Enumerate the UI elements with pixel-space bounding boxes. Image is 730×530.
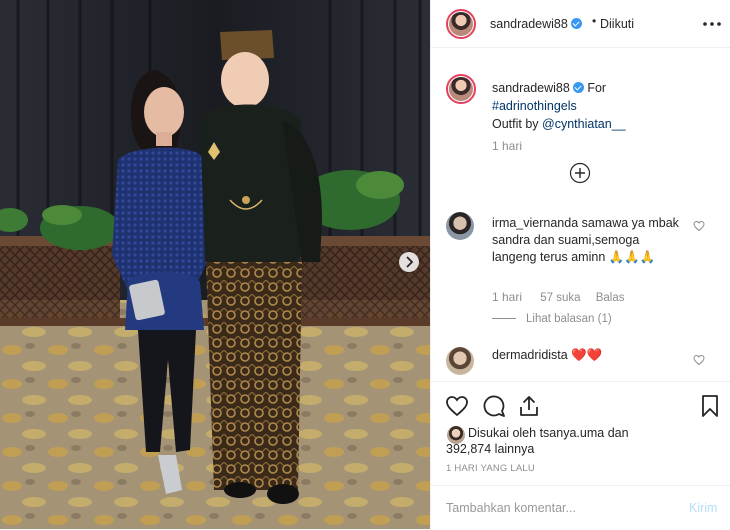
comment-username[interactable]: dermadridista xyxy=(492,348,568,362)
likes-suffix[interactable]: lainnya xyxy=(495,442,535,456)
author-avatar[interactable] xyxy=(446,9,476,39)
comment-time[interactable]: 1 hari xyxy=(492,290,522,304)
post-caption: sandradewi88 For #adrinothingels Outfit … xyxy=(492,79,712,133)
likes-user[interactable]: tsanya.uma xyxy=(540,426,605,440)
caption-lead-text: For xyxy=(587,81,607,95)
follow-status-button[interactable]: Diikuti xyxy=(600,17,634,31)
bookmark-icon[interactable] xyxy=(698,394,722,418)
instagram-post: sandradewi88 • Diikuti sandradewi88 For … xyxy=(0,0,730,529)
caption-username[interactable]: sandradewi88 xyxy=(492,81,584,95)
caption-outfit-text: Outfit by xyxy=(492,117,539,131)
chevron-right-icon xyxy=(406,256,414,268)
caption-username-text[interactable]: sandradewi88 xyxy=(492,81,570,95)
heart-icon[interactable] xyxy=(693,220,705,232)
post-side-panel: sandradewi88 • Diikuti sandradewi88 For … xyxy=(430,0,730,529)
caption-time[interactable]: 1 hari xyxy=(492,139,522,153)
comment-icon[interactable] xyxy=(482,394,506,418)
comment-meta: 1 hari 57 suka Balas xyxy=(492,290,637,304)
reply-button[interactable]: Balas xyxy=(596,292,625,304)
post-photo[interactable] xyxy=(0,0,430,529)
comment-username[interactable]: irma_viernanda xyxy=(492,216,578,230)
commenter-avatar[interactable] xyxy=(446,212,474,240)
likes-summary: Disukai oleh tsanya.uma dan 392,874 lain… xyxy=(446,425,696,457)
post-comment-button[interactable]: Kirim xyxy=(689,501,717,515)
comment-likes[interactable]: 57 suka xyxy=(540,292,580,304)
view-replies-label[interactable]: Lihat balasan (1) xyxy=(526,313,612,325)
likes-prefix: Disukai oleh xyxy=(468,426,537,440)
caption-mention[interactable]: @cynthiatan__ xyxy=(542,117,626,131)
comment-item: irma_viernanda samawa ya mbak sandra dan… xyxy=(492,215,687,266)
likes-conj: dan xyxy=(607,426,629,440)
author-username-text[interactable]: sandradewi88 xyxy=(490,17,568,31)
caption-avatar[interactable] xyxy=(446,74,476,104)
verified-badge-icon xyxy=(572,82,584,93)
add-comment-bar: Kirim xyxy=(431,485,730,530)
comment-item: dermadridista ❤️❤️ xyxy=(492,348,602,363)
heart-icon[interactable] xyxy=(693,354,705,366)
share-icon[interactable] xyxy=(517,394,541,418)
comments-section: sandradewi88 For #adrinothingels Outfit … xyxy=(431,57,730,377)
view-replies-button[interactable]: Lihat balasan (1) xyxy=(492,313,612,325)
separator-dot: • xyxy=(592,14,597,28)
likes-count[interactable]: 392,874 xyxy=(446,442,491,456)
load-more-icon[interactable] xyxy=(569,162,591,184)
author-username[interactable]: sandradewi88 xyxy=(490,17,582,31)
more-icon[interactable] xyxy=(703,22,721,26)
comment-text: ❤️❤️ xyxy=(571,348,603,362)
post-header: sandradewi88 • Diikuti xyxy=(431,0,730,48)
post-date[interactable]: 1 HARI YANG LALU xyxy=(446,463,535,474)
caption-hashtag[interactable]: #adrinothingels xyxy=(492,99,577,113)
commenter-avatar[interactable] xyxy=(446,347,474,375)
next-photo-button[interactable] xyxy=(399,252,419,272)
verified-badge-icon xyxy=(570,18,582,29)
heart-icon[interactable] xyxy=(445,394,469,418)
reply-line xyxy=(492,318,516,319)
comment-input[interactable] xyxy=(446,498,666,518)
post-actions: Disukai oleh tsanya.uma dan 392,874 lain… xyxy=(431,381,730,529)
couple-photo-illustration xyxy=(0,0,430,529)
